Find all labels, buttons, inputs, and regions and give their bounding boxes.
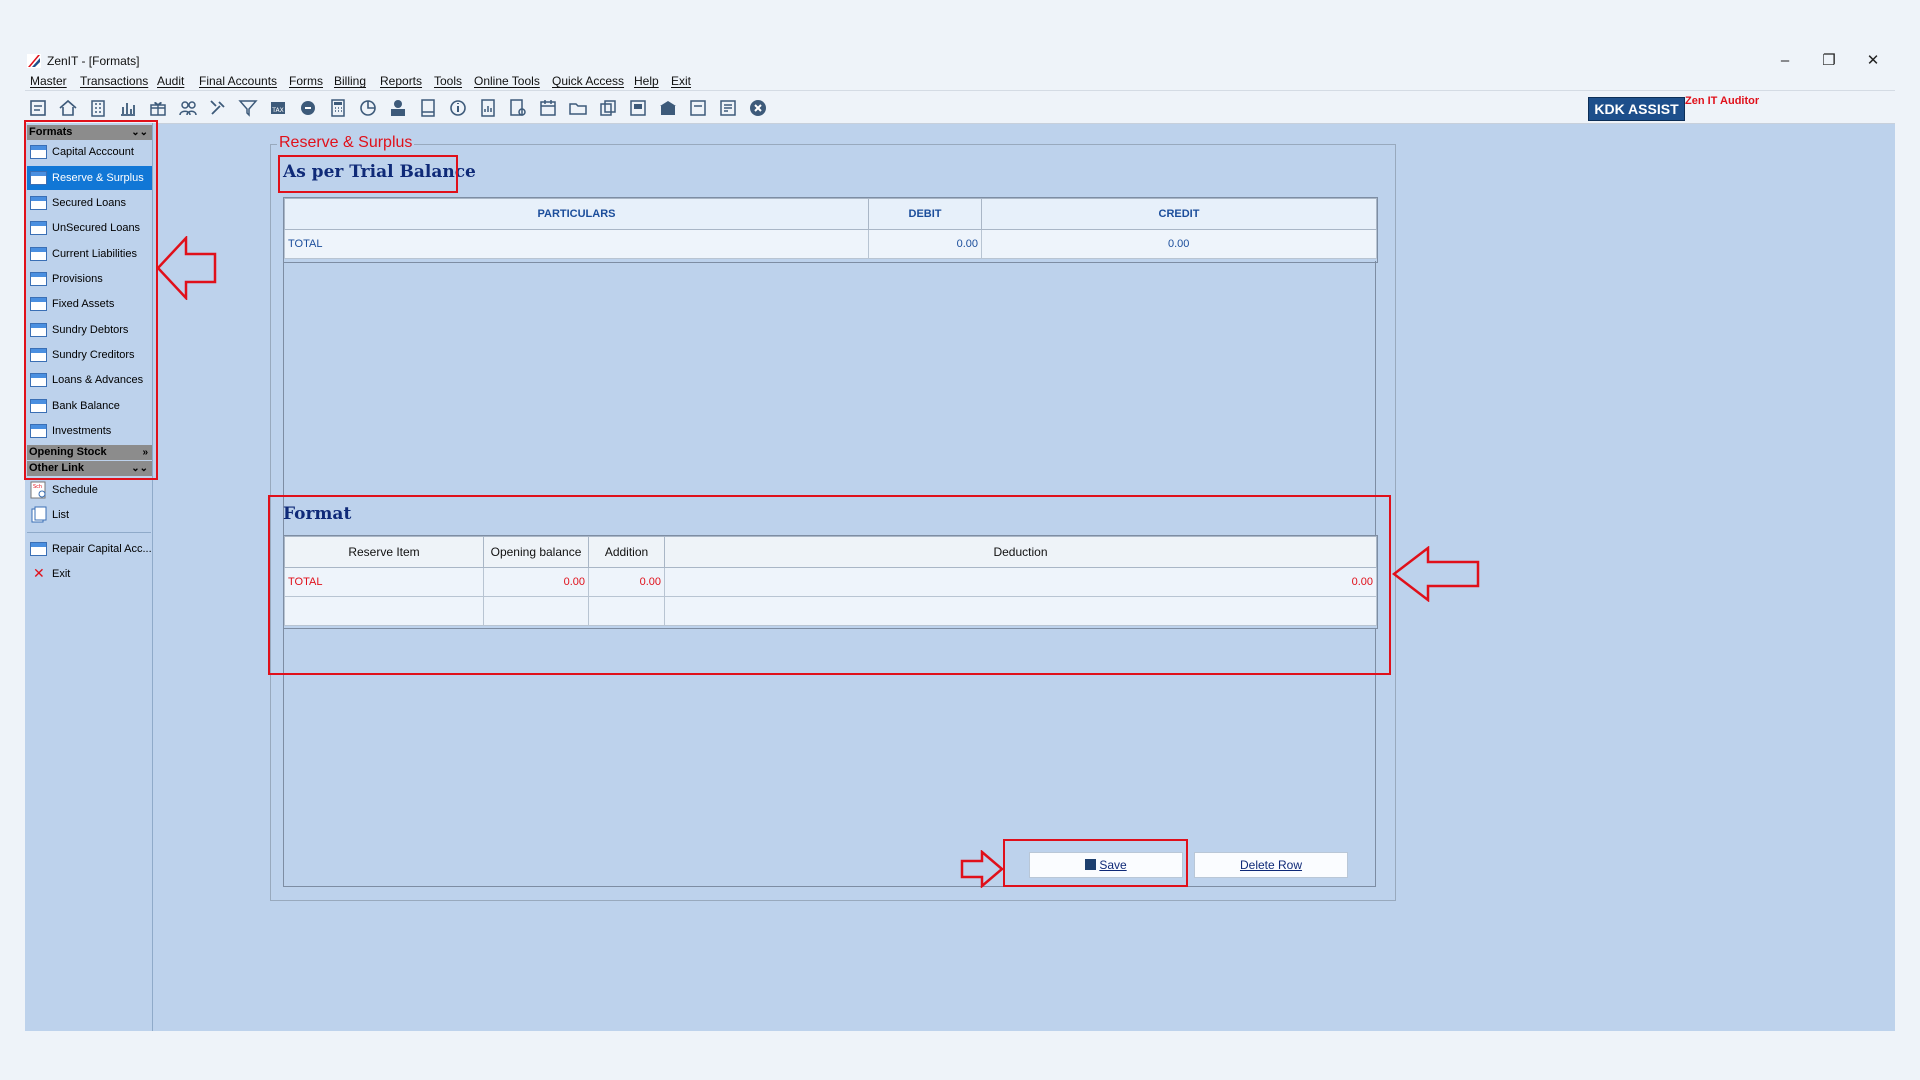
annotation-arrow-right-icon [960, 850, 1004, 888]
annotation-save-box [1003, 839, 1188, 887]
col-debit[interactable]: DEBIT [868, 198, 982, 230]
sidebar-divider [27, 532, 151, 533]
minimize-icon[interactable]: – [1765, 50, 1805, 72]
users-icon[interactable] [178, 98, 198, 118]
calendar-icon[interactable] [538, 98, 558, 118]
exit-x-icon: ✕ [33, 565, 45, 581]
filter-icon[interactable] [238, 98, 258, 118]
document-search-icon[interactable] [508, 98, 528, 118]
bs-icon[interactable] [628, 98, 648, 118]
annotation-format-box [268, 495, 1391, 675]
sco-icon[interactable] [688, 98, 708, 118]
info-icon[interactable] [448, 98, 468, 118]
sidebar-item-exit[interactable]: ✕ Exit [27, 562, 152, 586]
table-row[interactable]: TOTAL 0.00 0.00 [284, 229, 1377, 259]
calculator-icon[interactable] [328, 98, 348, 118]
menu-quick-access[interactable]: Quick Access [552, 74, 624, 88]
building-icon[interactable] [88, 98, 108, 118]
copy-icon[interactable] [598, 98, 618, 118]
svg-text:Sch: Sch [33, 484, 42, 490]
col-particulars[interactable]: PARTICULARS [284, 198, 869, 230]
toolbar: TAX KDK ASSIST Zen IT Auditor [25, 90, 1895, 124]
total-label: TOTAL [284, 229, 869, 259]
book-icon[interactable] [418, 98, 438, 118]
close-icon[interactable]: ✕ [1853, 50, 1893, 72]
tools-icon[interactable] [208, 98, 228, 118]
gift-icon[interactable] [148, 98, 168, 118]
pay-icon[interactable] [388, 98, 408, 118]
menu-forms[interactable]: Forms [289, 74, 323, 88]
bank-icon[interactable] [658, 98, 678, 118]
formats-icon[interactable] [28, 98, 48, 118]
sidebar-item-list[interactable]: List [27, 503, 152, 527]
col-credit[interactable]: CREDIT [981, 198, 1377, 230]
menu-online-tools[interactable]: Online Tools [474, 74, 540, 88]
pie-chart-icon[interactable] [358, 98, 378, 118]
sidebar-item-repair-capital[interactable]: Repair Capital Acc... [27, 537, 152, 561]
menu-exit[interactable]: Exit [671, 74, 691, 88]
sidebar-item-schedule[interactable]: Sch Schedule [27, 478, 152, 502]
folder-icon[interactable] [568, 98, 588, 118]
menu-help[interactable]: Help [634, 74, 659, 88]
window-title: ZenIT - [Formats] [47, 54, 140, 68]
home-icon[interactable] [58, 98, 78, 118]
total-credit: 0.00 [981, 229, 1377, 259]
menu-audit[interactable]: Audit [157, 74, 184, 88]
trial-balance-grid: PARTICULARS DEBIT CREDIT TOTAL 0.00 0.00 [283, 197, 1378, 263]
annotation-trial-heading-box [278, 155, 458, 193]
menu-reports[interactable]: Reports [380, 74, 422, 88]
ledger-icon[interactable] [718, 98, 738, 118]
menu-billing[interactable]: Billing [334, 74, 366, 88]
window-icon [30, 542, 47, 556]
menu-master[interactable]: Master [30, 74, 67, 88]
zen-it-auditor-link[interactable]: Zen IT Auditor [1685, 95, 1759, 107]
list-icon [31, 506, 47, 523]
report-icon[interactable] [478, 98, 498, 118]
annotation-arrow-left-icon [156, 236, 217, 300]
annotation-arrow-left-icon [1392, 546, 1480, 602]
title-bar: ZenIT - [Formats] – ❐ ✕ [25, 50, 1895, 72]
app-logo-icon [27, 54, 41, 68]
tax-icon[interactable]: TAX [268, 98, 288, 118]
coin-icon[interactable] [298, 98, 318, 118]
panel-legend: Reserve & Surplus [277, 134, 415, 152]
kdk-assist-button[interactable]: KDK ASSIST [1588, 97, 1685, 121]
menu-bar: Master Transactions Audit Final Accounts… [25, 72, 1895, 90]
delete-row-button[interactable]: Delete Row [1194, 852, 1348, 878]
bar-chart-icon[interactable] [118, 98, 138, 118]
total-debit: 0.00 [868, 229, 982, 259]
close-circle-icon[interactable] [748, 98, 768, 118]
menu-tools[interactable]: Tools [434, 74, 462, 88]
annotation-sidebar-box [24, 120, 158, 480]
schedule-icon: Sch [30, 481, 46, 499]
menu-transactions[interactable]: Transactions [80, 74, 148, 88]
restore-icon[interactable]: ❐ [1809, 50, 1849, 72]
menu-final-accounts[interactable]: Final Accounts [199, 74, 277, 88]
svg-text:TAX: TAX [271, 107, 283, 114]
